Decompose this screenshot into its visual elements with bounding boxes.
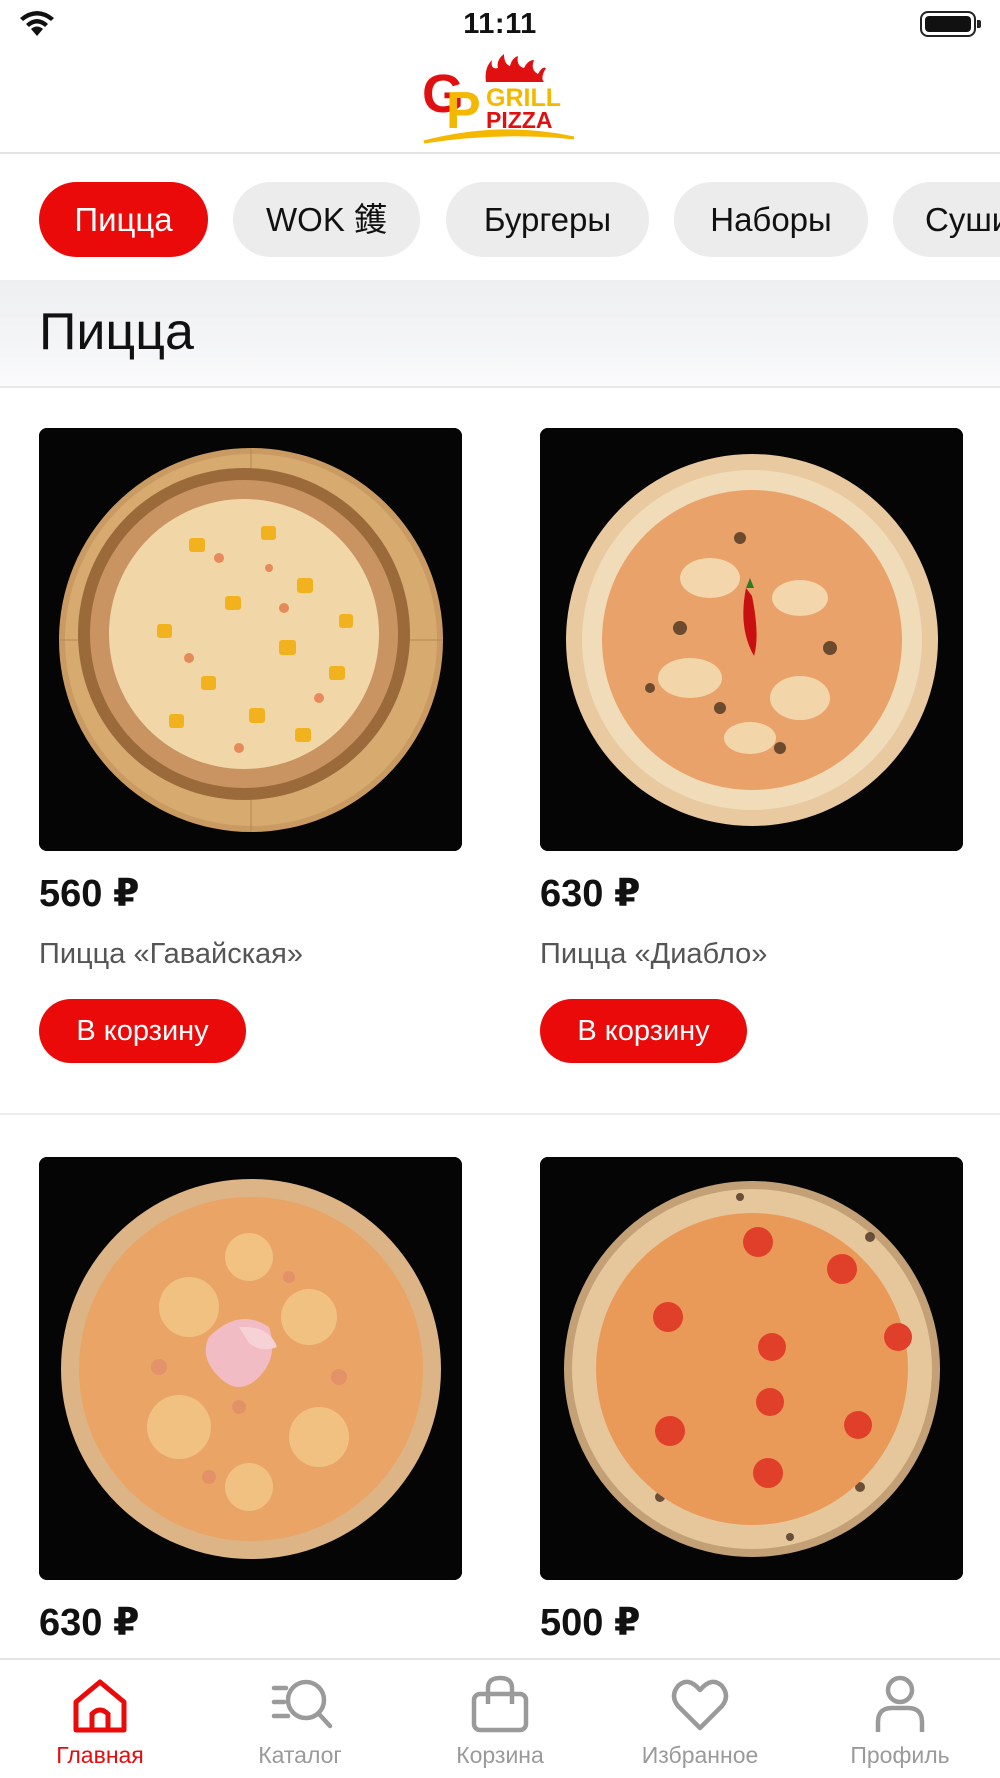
status-bar: 11:11: [0, 0, 1000, 50]
profile-icon: [875, 1675, 925, 1732]
category-tabs: Пицца WOK 鑊 Бургеры Наборы Суши: [0, 182, 1000, 258]
product-price: 630 ₽: [540, 873, 641, 915]
product-price: 560 ₽: [39, 873, 140, 915]
product-image-diablo[interactable]: [540, 428, 963, 851]
battery-icon: [920, 11, 981, 37]
section-header: Пицца: [0, 280, 1000, 388]
svg-text:PIZZA: PIZZA: [486, 107, 552, 133]
product-card[interactable]: 630 ₽: [39, 1157, 462, 1646]
product-card[interactable]: 630 ₽ Пицца «Диабло» В корзину: [540, 428, 963, 1063]
nav-profile[interactable]: Профиль: [800, 1660, 1000, 1778]
bottom-navigation: Главная Каталог Корзина Избранное Профил…: [0, 1658, 1000, 1778]
product-image-hawaiian[interactable]: [39, 428, 462, 851]
product-card[interactable]: 560 ₽ Пицца «Гавайская» В корзину: [39, 428, 462, 1063]
nav-catalog[interactable]: Каталог: [200, 1660, 400, 1778]
tab-sushi[interactable]: Суши: [893, 182, 1000, 257]
shopping-bag-icon: [471, 1675, 529, 1733]
product-card[interactable]: 500 ₽: [540, 1157, 963, 1646]
product-name: Пицца «Гавайская»: [39, 938, 303, 970]
product-name: Пицца «Диабло»: [540, 938, 768, 970]
nav-label-home: Главная: [56, 1742, 144, 1768]
tab-burgers[interactable]: Бургеры: [446, 182, 649, 257]
catalog-search-icon: [271, 1679, 333, 1729]
heart-icon: [671, 1679, 729, 1731]
tab-pizza[interactable]: Пицца: [39, 182, 208, 257]
nav-label-profile: Профиль: [850, 1742, 950, 1768]
status-time: 11:11: [463, 8, 537, 40]
add-to-cart-button[interactable]: В корзину: [39, 999, 246, 1063]
tab-wok[interactable]: WOK 鑊: [233, 182, 420, 257]
nav-label-catalog: Каталог: [258, 1742, 342, 1768]
nav-home[interactable]: Главная: [0, 1660, 200, 1778]
nav-label-cart: Корзина: [456, 1742, 544, 1768]
product-image-margherita[interactable]: [540, 1157, 963, 1580]
nav-favorites[interactable]: Избранное: [600, 1660, 800, 1778]
grill-pizza-logo[interactable]: G P GRILL PIZZA: [420, 50, 580, 146]
app-header: G P GRILL PIZZA: [0, 46, 1000, 154]
product-image-ham[interactable]: [39, 1157, 462, 1580]
product-price: 630 ₽: [39, 1602, 140, 1644]
nav-cart[interactable]: Корзина: [400, 1660, 600, 1778]
home-icon: [73, 1679, 127, 1733]
add-to-cart-button[interactable]: В корзину: [540, 999, 747, 1063]
row-divider: [0, 1113, 1000, 1115]
nav-label-favorites: Избранное: [641, 1742, 759, 1768]
section-title: Пицца: [39, 303, 194, 361]
product-price: 500 ₽: [540, 1602, 641, 1644]
tab-sets[interactable]: Наборы: [674, 182, 868, 257]
